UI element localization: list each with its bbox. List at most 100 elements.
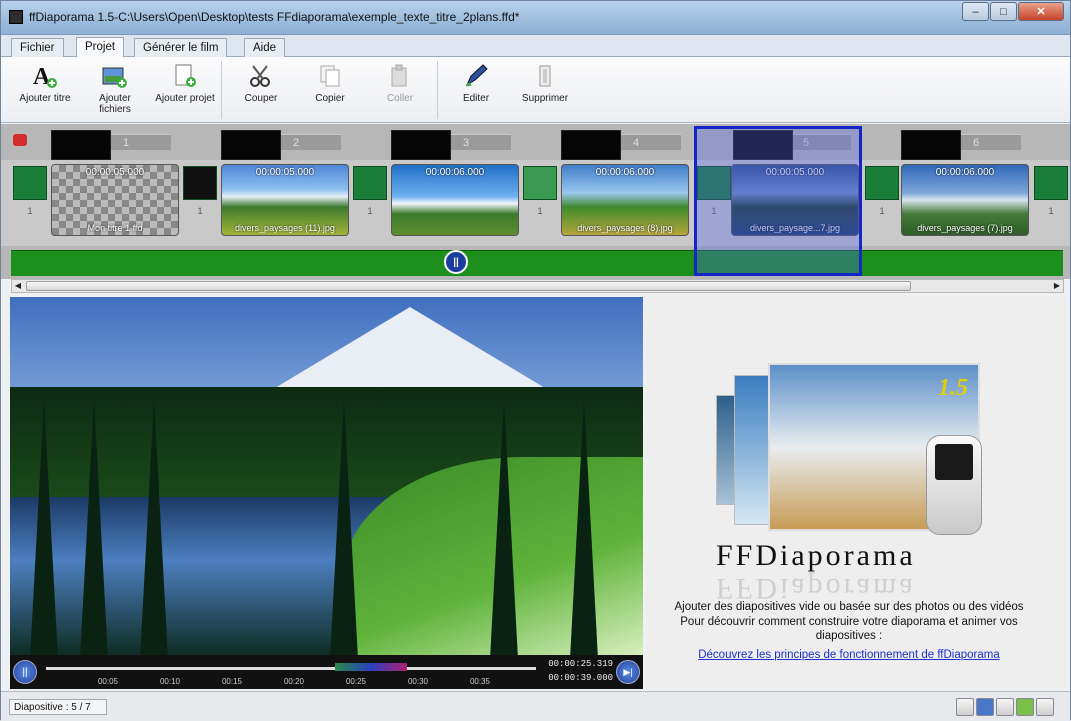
help-link[interactable]: Découvrez les principes de fonctionnemen… [646,649,1052,661]
pause-icon[interactable]: || [444,250,468,274]
slide-thumbnail[interactable]: 00:00:05.000 Mon titre 1.ffd [51,164,179,236]
slide-duration: 00:00:06.000 [935,167,995,178]
background-thumb [901,130,961,160]
timeline-view-icon[interactable] [976,698,994,716]
add-project-icon [170,61,200,91]
background-thumb [561,130,621,160]
seek-ticks: 00:05 00:10 00:15 00:20 00:25 00:30 00:3… [97,677,491,686]
close-button[interactable]: ✕ [1018,2,1064,21]
scrollbar-thumb[interactable] [26,281,911,291]
copy-button[interactable]: Copier [298,61,362,119]
background-thumb [51,130,111,160]
status-bar: Diapositive : 5 / 7 [1,691,1070,721]
slide-thumbnail[interactable]: 00:00:06.000 divers_paysages (8).jpg [561,164,689,236]
welcome-text: Ajouter des diapositives vide ou basée s… [674,601,1024,642]
current-time: 00:00:25.319 [548,659,613,669]
minimize-button[interactable]: – [962,2,989,21]
add-title-button[interactable]: A Ajouter titre [13,61,77,119]
timeline-header: 1 2 3 4 5 6 [1,130,1070,160]
transition-icon[interactable] [183,166,217,200]
tab-fichier[interactable]: Fichier [11,38,64,57]
slide-duration: 00:00:06.000 [595,167,655,178]
ribbon-toolbar: A Ajouter titre Ajouter fichiers Ajouter… [1,57,1070,123]
end-icon[interactable]: ▶| [616,660,640,684]
background-thumb [221,130,281,160]
folder-icon[interactable] [956,698,974,716]
slide-thumbnail[interactable]: 00:00:05.000 divers_paysages (11).jpg [221,164,349,236]
maximize-button[interactable]: □ [990,2,1017,21]
transition-duration: 1 [367,206,373,216]
delete-icon [530,61,560,91]
menu-tabs: Fichier Projet Générer le film Aide [1,35,1070,57]
slide-caption: divers_paysages (8).jpg [577,223,673,233]
logo-version: 1.5 [938,375,968,401]
add-title-icon: A [30,61,60,91]
add-files-button[interactable]: Ajouter fichiers [83,61,147,119]
edit-button[interactable]: Editer [444,61,508,119]
scissors-icon [246,61,276,91]
copy-icon [315,61,345,91]
help-icon[interactable] [1036,698,1054,716]
ribbon-separator [437,61,438,119]
add-files-label: Ajouter fichiers [99,93,131,115]
app-icon [9,10,23,24]
sound-track-bar [11,250,1063,276]
copy-label: Copier [315,93,345,104]
device-icon [926,435,982,535]
ffdiaporama-logo: 1.5 FFDiaporama FFDiaporama [708,355,988,605]
add-project-button[interactable]: Ajouter projet [153,61,217,119]
tab-projet[interactable]: Projet [76,37,125,57]
scroll-left-icon[interactable]: ◀ [12,280,24,292]
cut-button[interactable]: Couper [229,61,293,119]
pen-icon [461,61,491,91]
app-window: ffDiaporama 1.5-C:\Users\Open\Desktop\te… [0,0,1071,721]
preview-panel: || 00:05 00:10 00:15 00:20 00:25 00:30 0… [10,297,643,689]
window-title: ffDiaporama 1.5-C:\Users\Open\Desktop\te… [29,10,520,24]
cut-label: Couper [244,93,278,104]
paste-button[interactable]: Coller [368,61,432,119]
transition-duration: 1 [1048,206,1054,216]
settings-icon[interactable] [996,698,1014,716]
transition-duration: 1 [879,206,885,216]
add-files-icon [100,61,130,91]
background-thumb [391,130,451,160]
logo-text: FFDiaporama [716,539,916,572]
transition-icon[interactable] [523,166,557,200]
transition-duration: 1 [537,206,543,216]
scroll-right-icon[interactable]: ▶ [1051,280,1063,292]
paste-label: Coller [386,93,414,104]
slide-thumbnail[interactable]: 00:00:06.000 divers_paysages (7).jpg [901,164,1029,236]
seek-selection [335,663,407,671]
welcome-panel: 1.5 FFDiaporama FFDiaporama Ajouter des … [646,297,1066,689]
player-controls: || 00:05 00:10 00:15 00:20 00:25 00:30 0… [10,655,643,689]
paste-icon [385,61,415,91]
tab-generer-le-film[interactable]: Générer le film [134,38,228,57]
pause-icon[interactable]: || [13,660,37,684]
transition-icon[interactable] [865,166,899,200]
transition-duration: 1 [27,206,33,216]
timeline[interactable]: 1 2 3 4 5 6 1 1 1 1 1 1 1 00:00:05.000 M… [1,124,1070,279]
slide-caption: Mon titre 1.ffd [87,223,143,233]
edit-label: Editer [462,93,490,104]
seek-bar[interactable] [46,667,536,670]
slide-duration: 00:00:06.000 [425,167,485,178]
add-icon[interactable] [1016,698,1034,716]
slide-duration: 00:00:05.000 [255,167,315,178]
delete-label: Supprimer [521,93,569,104]
slide-caption: divers_paysages (7).jpg [917,223,1013,233]
music-track-icon [13,134,27,146]
transition-icon[interactable] [13,166,47,200]
slide-counter: Diapositive : 5 / 7 [9,699,107,715]
timeline-scrollbar[interactable]: ◀ ▶ [11,279,1064,293]
tab-aide[interactable]: Aide [244,38,286,57]
transition-icon[interactable] [353,166,387,200]
delete-button[interactable]: Supprimer [513,61,577,119]
slide-strip: 1 1 1 1 1 1 1 00:00:05.000 Mon titre 1.f… [1,160,1070,246]
ribbon-separator [221,61,222,119]
selected-slide-highlight [694,126,862,276]
slide-thumbnail[interactable]: 00:00:06.000 [391,164,519,236]
total-time: 00:00:39.000 [548,673,613,683]
transition-icon[interactable] [1034,166,1068,200]
transition-duration: 1 [197,206,203,216]
slide-duration: 00:00:05.000 [85,167,145,178]
